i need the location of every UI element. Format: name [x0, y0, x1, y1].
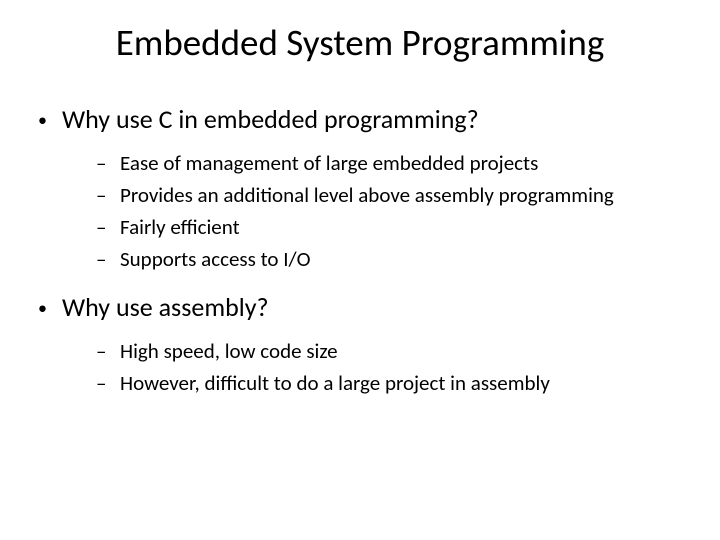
sub-list-2: – High speed, low code size – However, d… — [96, 337, 720, 397]
dash-marker-icon: – — [96, 213, 120, 241]
sub-bullet-text: Fairly efficient — [120, 213, 240, 241]
dash-marker-icon: – — [96, 337, 120, 365]
slide-title: Embedded System Programming — [40, 20, 680, 65]
bullet-marker-icon: • — [38, 103, 62, 137]
sub-bullet: – Provides an additional level above ass… — [96, 181, 720, 209]
sub-bullet: – Supports access to I/O — [96, 245, 720, 273]
sub-list-1: – Ease of management of large embedded p… — [96, 149, 720, 273]
dash-marker-icon: – — [96, 149, 120, 177]
bullet-section-1: • Why use C in embedded programming? — [38, 103, 720, 137]
bullet-marker-icon: • — [38, 291, 62, 325]
sub-bullet: – However, difficult to do a large proje… — [96, 369, 720, 397]
sub-bullet-text: Supports access to I/O — [120, 245, 311, 273]
sub-bullet: – Ease of management of large embedded p… — [96, 149, 720, 177]
sub-bullet-text: However, difficult to do a large project… — [120, 369, 550, 397]
dash-marker-icon: – — [96, 181, 120, 209]
sub-bullet: – High speed, low code size — [96, 337, 720, 365]
sub-bullet-text: Ease of management of large embedded pro… — [120, 149, 538, 177]
bullet-text: Why use C in embedded programming? — [62, 103, 479, 135]
sub-bullet-text: High speed, low code size — [120, 337, 338, 365]
dash-marker-icon: – — [96, 245, 120, 273]
bullet-section-2: • Why use assembly? — [38, 291, 720, 325]
sub-bullet-text: Provides an additional level above assem… — [120, 181, 614, 209]
sub-bullet: – Fairly efficient — [96, 213, 720, 241]
slide-content: • Why use C in embedded programming? – E… — [0, 103, 720, 397]
dash-marker-icon: – — [96, 369, 120, 397]
bullet-text: Why use assembly? — [62, 291, 269, 323]
